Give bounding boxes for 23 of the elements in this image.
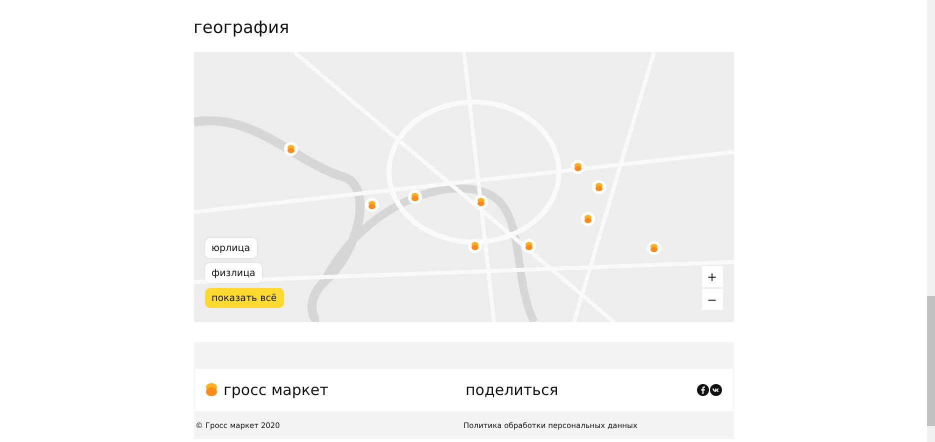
- scrollbar[interactable]: [927, 0, 935, 442]
- section-heading: география: [194, 18, 290, 38]
- map-pin-icon[interactable]: [468, 239, 482, 253]
- map-pin-icon[interactable]: [592, 180, 606, 194]
- map-pin-icon[interactable]: [646, 241, 660, 255]
- share-label: поделиться: [466, 381, 560, 399]
- facebook-icon[interactable]: [696, 384, 708, 396]
- map-pin-icon[interactable]: [522, 239, 536, 253]
- map-pin-icon[interactable]: [474, 195, 488, 209]
- brand-name: гросс маркет: [224, 381, 328, 399]
- filter-button[interactable]: юрлица: [204, 238, 258, 258]
- map[interactable]: юрлица физлица показать всё + −: [194, 52, 734, 322]
- filter-button[interactable]: показать всё: [204, 288, 284, 308]
- coin-stack-icon: [206, 382, 216, 398]
- vk-icon[interactable]: [710, 384, 722, 396]
- map-pin-icon[interactable]: [580, 212, 594, 226]
- map-pin-icon[interactable]: [408, 190, 422, 204]
- map-pin-icon[interactable]: [284, 142, 298, 156]
- zoom-in-button[interactable]: +: [702, 266, 722, 287]
- zoom-out-button[interactable]: −: [702, 289, 722, 310]
- map-pin-icon[interactable]: [570, 160, 584, 174]
- map-pin-icon[interactable]: [364, 198, 378, 212]
- filter-button[interactable]: физлица: [204, 263, 262, 283]
